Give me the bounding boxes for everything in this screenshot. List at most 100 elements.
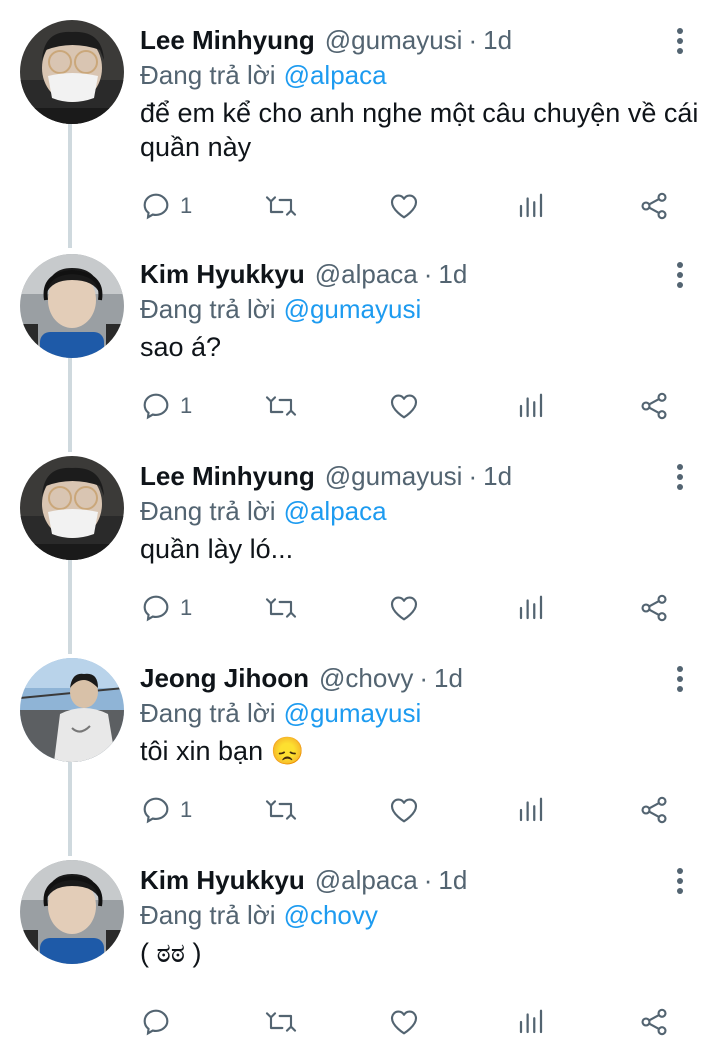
- author-name[interactable]: Lee Minhyung: [140, 461, 315, 491]
- tweet[interactable]: Lee Minhyung @gumayusi · 1d Đang trả lời @al…: [0, 456, 720, 636]
- more-options-icon[interactable]: [668, 262, 692, 288]
- tweet-header: Jeong Jihoon @chovy · 1d: [140, 658, 463, 698]
- author-name[interactable]: Kim Hyukkyu: [140, 259, 305, 289]
- avatar[interactable]: [20, 456, 124, 560]
- share-icon: [641, 796, 667, 824]
- author-handle[interactable]: @chovy: [319, 663, 413, 693]
- avatar[interactable]: [20, 254, 124, 358]
- share-button[interactable]: [638, 386, 670, 426]
- mention-link[interactable]: @chovy: [284, 900, 378, 930]
- bar-chart-icon: [519, 193, 543, 218]
- retweet-button[interactable]: [264, 588, 298, 628]
- reply-icon: [143, 193, 169, 220]
- tweet-header: Kim Hyukkyu @alpaca · 1d: [140, 860, 467, 900]
- more-options-icon[interactable]: [668, 28, 692, 54]
- separator-dot: ·: [419, 663, 428, 693]
- action-bar: 1: [140, 790, 680, 830]
- retweet-icon: [265, 396, 297, 416]
- reply-count: 1: [180, 193, 193, 218]
- heart-icon: [390, 798, 418, 823]
- tweet-header: Lee Minhyung @gumayusi · 1d: [140, 456, 512, 496]
- like-button[interactable]: [388, 386, 420, 426]
- timestamp[interactable]: 1d: [434, 663, 463, 693]
- analytics-button[interactable]: [516, 186, 546, 226]
- tweet-text: để em kể cho anh nghe một câu chuyện về …: [140, 98, 699, 162]
- replying-to-label: Đang trả lời: [140, 294, 276, 324]
- share-button[interactable]: [638, 1002, 670, 1042]
- timestamp[interactable]: 1d: [438, 865, 467, 895]
- more-options-icon[interactable]: [668, 464, 692, 490]
- reply-button[interactable]: 1: [140, 588, 192, 628]
- like-button[interactable]: [388, 1002, 420, 1042]
- tweet[interactable]: Lee Minhyung @gumayusi · 1d Đang trả lời @al…: [0, 20, 720, 230]
- reply-icon: [143, 393, 169, 420]
- retweet-button[interactable]: [264, 386, 298, 426]
- bar-chart-icon: [519, 1009, 543, 1034]
- separator-dot: ·: [468, 25, 478, 55]
- tweet-header: Lee Minhyung @gumayusi · 1d: [140, 20, 512, 60]
- mention-link[interactable]: @gumayusi: [284, 698, 422, 728]
- author-handle[interactable]: @alpaca: [315, 259, 418, 289]
- retweet-button[interactable]: [264, 186, 298, 226]
- reply-button[interactable]: [140, 1002, 180, 1042]
- share-button[interactable]: [638, 588, 670, 628]
- separator-dot: ·: [423, 865, 433, 895]
- mention-link[interactable]: @alpaca: [284, 496, 387, 526]
- retweet-button[interactable]: [264, 1002, 298, 1042]
- heart-icon: [390, 394, 418, 419]
- reply-button[interactable]: 1: [140, 386, 192, 426]
- reply-button[interactable]: 1: [140, 790, 192, 830]
- replying-to: Đang trả lời @gumayusi: [140, 694, 421, 732]
- mention-link[interactable]: @alpaca: [284, 60, 387, 90]
- tweet-text: tôi xin bạn 😞: [140, 736, 305, 766]
- timestamp[interactable]: 1d: [483, 25, 512, 55]
- reply-count: 1: [180, 797, 193, 822]
- mention-link[interactable]: @gumayusi: [284, 294, 422, 324]
- share-button[interactable]: [638, 186, 670, 226]
- analytics-button[interactable]: [516, 386, 546, 426]
- tweet-text: ( ಠಠ ): [140, 938, 202, 968]
- action-bar: 1: [140, 588, 680, 628]
- retweet-icon: [265, 598, 297, 618]
- like-button[interactable]: [388, 790, 420, 830]
- replying-to: Đang trả lời @alpaca: [140, 492, 387, 530]
- timestamp[interactable]: 1d: [438, 259, 467, 289]
- replying-to: Đang trả lời @alpaca: [140, 56, 387, 94]
- like-button[interactable]: [388, 588, 420, 628]
- tweet[interactable]: Kim Hyukkyu @alpaca · 1d Đang trả lời @gumay…: [0, 254, 720, 434]
- tweet[interactable]: Kim Hyukkyu @alpaca · 1d Đang trả lời @chovy…: [0, 860, 720, 1040]
- tweet-text: sao á?: [140, 332, 222, 362]
- heart-icon: [390, 1010, 418, 1035]
- reply-button[interactable]: 1: [140, 186, 192, 226]
- more-options-icon[interactable]: [668, 666, 692, 692]
- avatar[interactable]: [20, 860, 124, 964]
- author-handle[interactable]: @alpaca: [315, 865, 418, 895]
- reply-count: 1: [180, 595, 193, 620]
- like-button[interactable]: [388, 186, 420, 226]
- retweet-icon: [265, 196, 297, 216]
- author-handle[interactable]: @gumayusi: [325, 461, 463, 491]
- author-name[interactable]: Kim Hyukkyu: [140, 865, 305, 895]
- reply-icon: [143, 1009, 169, 1036]
- heart-icon: [390, 596, 418, 621]
- author-name[interactable]: Lee Minhyung: [140, 25, 315, 55]
- author-name[interactable]: Jeong Jihoon: [140, 663, 309, 693]
- tweet[interactable]: Jeong Jihoon @chovy · 1d Đang trả lời @gumay…: [0, 658, 720, 838]
- bar-chart-icon: [519, 595, 543, 620]
- analytics-button[interactable]: [516, 588, 546, 628]
- action-bar: [140, 1002, 680, 1042]
- replying-to-label: Đang trả lời: [140, 60, 276, 90]
- share-button[interactable]: [638, 790, 670, 830]
- replying-to: Đang trả lời @gumayusi: [140, 290, 421, 328]
- more-options-icon[interactable]: [668, 868, 692, 894]
- analytics-button[interactable]: [516, 1002, 546, 1042]
- retweet-icon: [265, 800, 297, 820]
- author-handle[interactable]: @gumayusi: [325, 25, 463, 55]
- timestamp[interactable]: 1d: [483, 461, 512, 491]
- retweet-icon: [265, 1012, 297, 1032]
- avatar[interactable]: [20, 658, 124, 762]
- heart-icon: [390, 194, 418, 219]
- avatar[interactable]: [20, 20, 124, 124]
- retweet-button[interactable]: [264, 790, 298, 830]
- analytics-button[interactable]: [516, 790, 546, 830]
